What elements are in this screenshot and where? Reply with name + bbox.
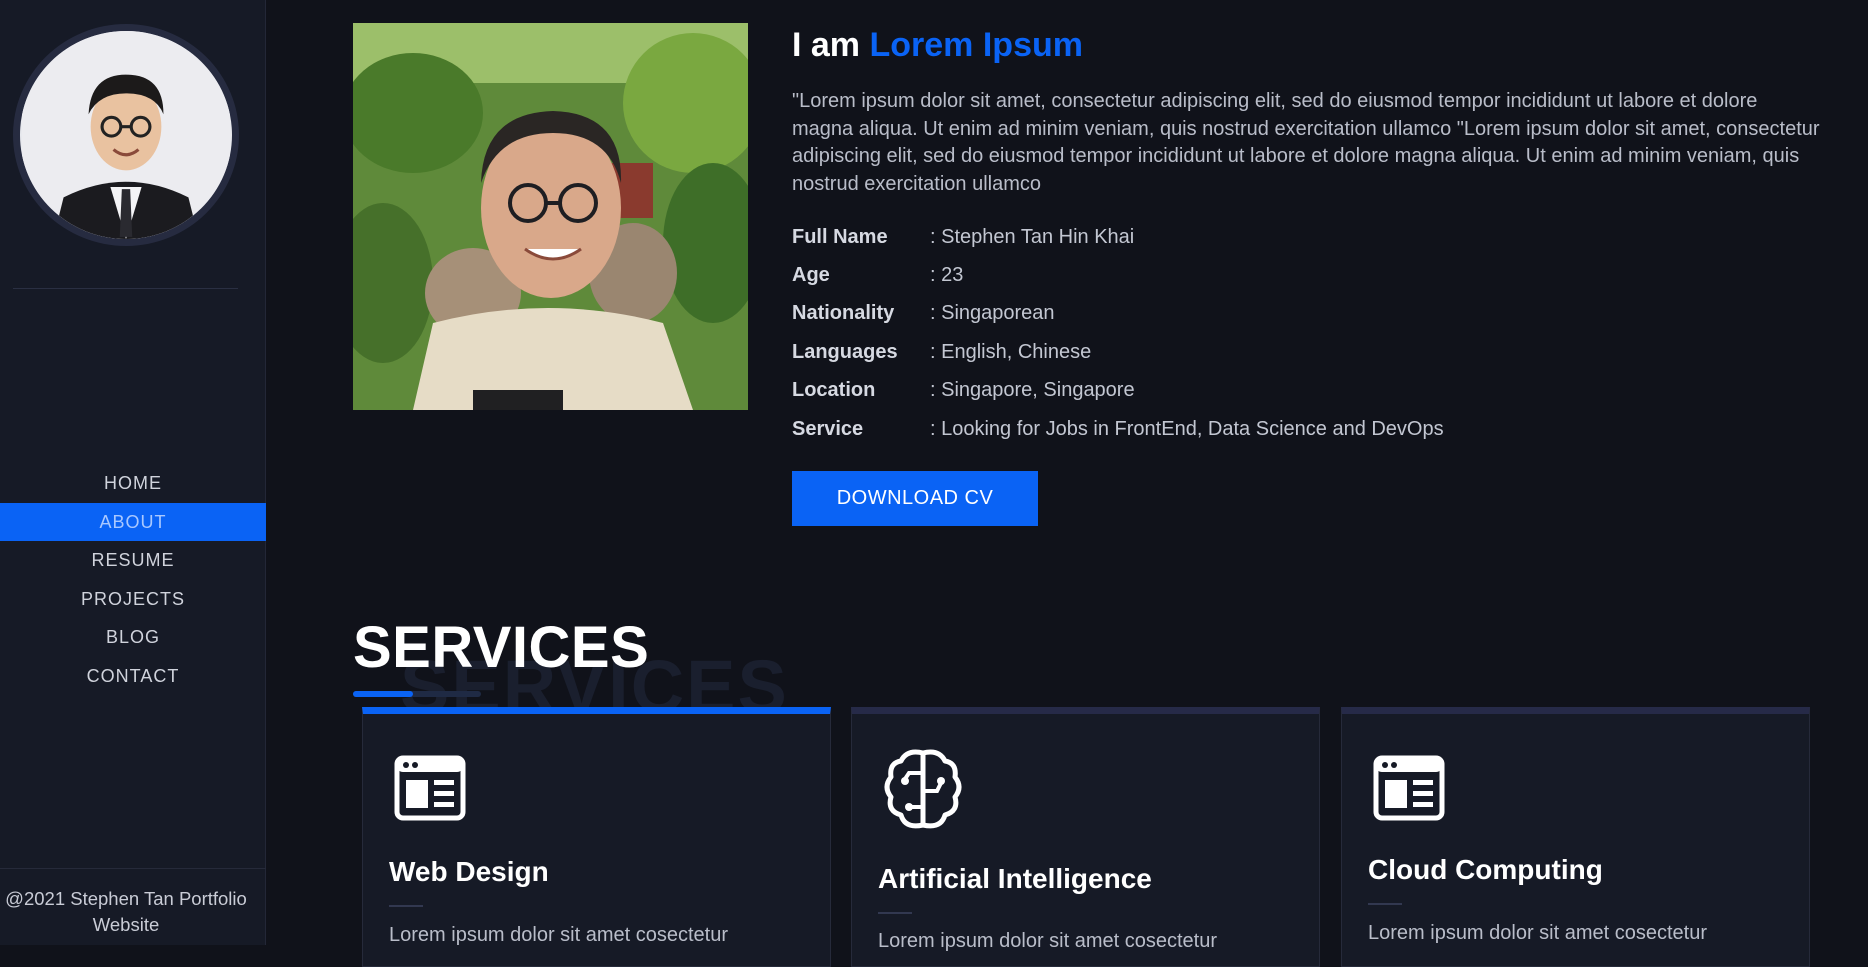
services-title: SERVICES (353, 615, 650, 680)
heading-prefix: I am (792, 26, 861, 64)
info-value: : English, Chinese (930, 340, 1092, 363)
info-value: : 23 (930, 264, 964, 287)
about-description: "Lorem ipsum dolor sit amet, consectetur… (792, 90, 1820, 196)
service-card-text: Lorem ipsum dolor sit amet cosectetur (878, 930, 1218, 952)
nav-item-blog[interactable]: BLOG (0, 618, 266, 657)
service-card-ai[interactable]: Artificial Intelligence Lorem ipsum dolo… (851, 707, 1320, 967)
service-card-title: Web Design (389, 856, 549, 887)
photo-image (353, 23, 748, 410)
info-value: : Singaporean (930, 302, 1055, 325)
card-divider (878, 912, 912, 914)
download-cv-button[interactable]: DOWNLOAD CV (792, 471, 1038, 526)
service-card-text: Lorem ipsum dolor sit amet cosectetur (1368, 922, 1708, 944)
nav-item-resume[interactable]: RESUME (0, 541, 266, 580)
service-card-web-design[interactable]: Web Design Lorem ipsum dolor sit amet co… (362, 707, 831, 967)
profile-avatar (13, 24, 239, 246)
service-card-title: Artificial Intelligence (878, 863, 1152, 894)
heading-name: Lorem Ipsum (869, 26, 1083, 64)
nav-item-contact[interactable]: CONTACT (0, 657, 266, 696)
footer-divider (0, 868, 266, 869)
about-heading: I am Lorem Ipsum (792, 26, 1083, 65)
nav-item-home[interactable]: HOME (0, 464, 266, 503)
service-card-text: Lorem ipsum dolor sit amet cosectetur (389, 924, 729, 946)
info-row-languages: Languages : English, Chinese (792, 333, 1444, 371)
card-divider (389, 905, 423, 907)
sidebar-divider (13, 288, 238, 289)
info-row-age: Age : 23 (792, 256, 1444, 294)
info-key: Service (792, 417, 864, 440)
main-nav: HOME ABOUT RESUME PROJECTS BLOG CONTACT (0, 464, 266, 696)
brain-circuit-icon (883, 747, 963, 833)
sidebar: HOME ABOUT RESUME PROJECTS BLOG CONTACT … (0, 0, 266, 945)
info-key: Nationality (792, 302, 895, 325)
info-key: Full Name (792, 225, 888, 248)
info-row-location: Location : Singapore, Singapore (792, 372, 1444, 410)
browser-layout-icon (394, 752, 466, 824)
info-key: Location (792, 379, 876, 402)
info-row-nationality: Nationality : Singaporean (792, 295, 1444, 333)
info-key: Age (792, 264, 830, 287)
nav-item-about[interactable]: ABOUT (0, 502, 266, 542)
info-row-fullname: Full Name : Stephen Tan Hin Khai (792, 218, 1444, 256)
browser-layout-icon (1373, 752, 1445, 824)
service-card-title: Cloud Computing (1368, 854, 1603, 885)
about-photo (353, 23, 748, 410)
avatar-portrait (22, 31, 230, 239)
sidebar-footer: @2021 Stephen Tan Portfolio Website (5, 888, 247, 935)
card-divider (1368, 903, 1402, 905)
info-value: : Singapore, Singapore (930, 379, 1135, 402)
service-card-cloud-computing[interactable]: Cloud Computing Lorem ipsum dolor sit am… (1341, 707, 1810, 967)
info-value: : Looking for Jobs in FrontEnd, Data Sci… (930, 417, 1444, 440)
info-row-service: Service : Looking for Jobs in FrontEnd, … (792, 410, 1444, 448)
info-value: : Stephen Tan Hin Khai (930, 225, 1135, 248)
nav-item-projects[interactable]: PROJECTS (0, 580, 266, 619)
info-key: Languages (792, 340, 898, 363)
info-table: Full Name : Stephen Tan Hin Khai Age : 2… (792, 218, 1444, 448)
services-underline (353, 691, 481, 697)
